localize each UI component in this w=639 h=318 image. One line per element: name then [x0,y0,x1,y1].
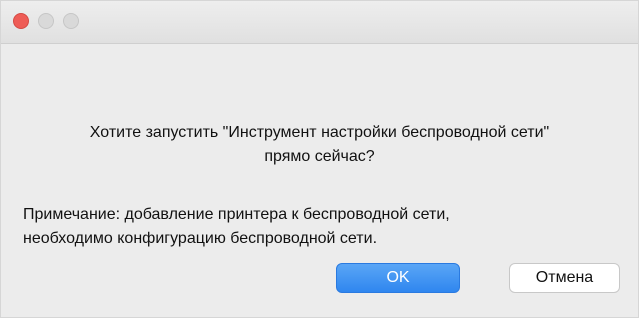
dialog-note: Примечание: добавление принтера к беспро… [23,203,620,251]
title-bar[interactable] [1,1,638,44]
note-line-1: Примечание: добавление принтера к беспро… [23,206,450,223]
question-line-1: Хотите запустить "Инструмент настройки б… [89,124,550,141]
zoom-window-icon [63,13,79,29]
minimize-window-icon [38,13,54,29]
dialog-window: Хотите запустить "Инструмент настройки б… [0,0,639,318]
ok-button[interactable]: OK [336,263,460,293]
close-window-icon[interactable] [13,13,29,29]
dialog-question: Хотите запустить "Инструмент настройки б… [21,121,618,169]
note-line-2: необходимо конфигурацию беспроводной сет… [23,230,378,247]
question-line-2: прямо сейчас? [264,148,375,165]
cancel-button[interactable]: Отмена [509,263,620,293]
